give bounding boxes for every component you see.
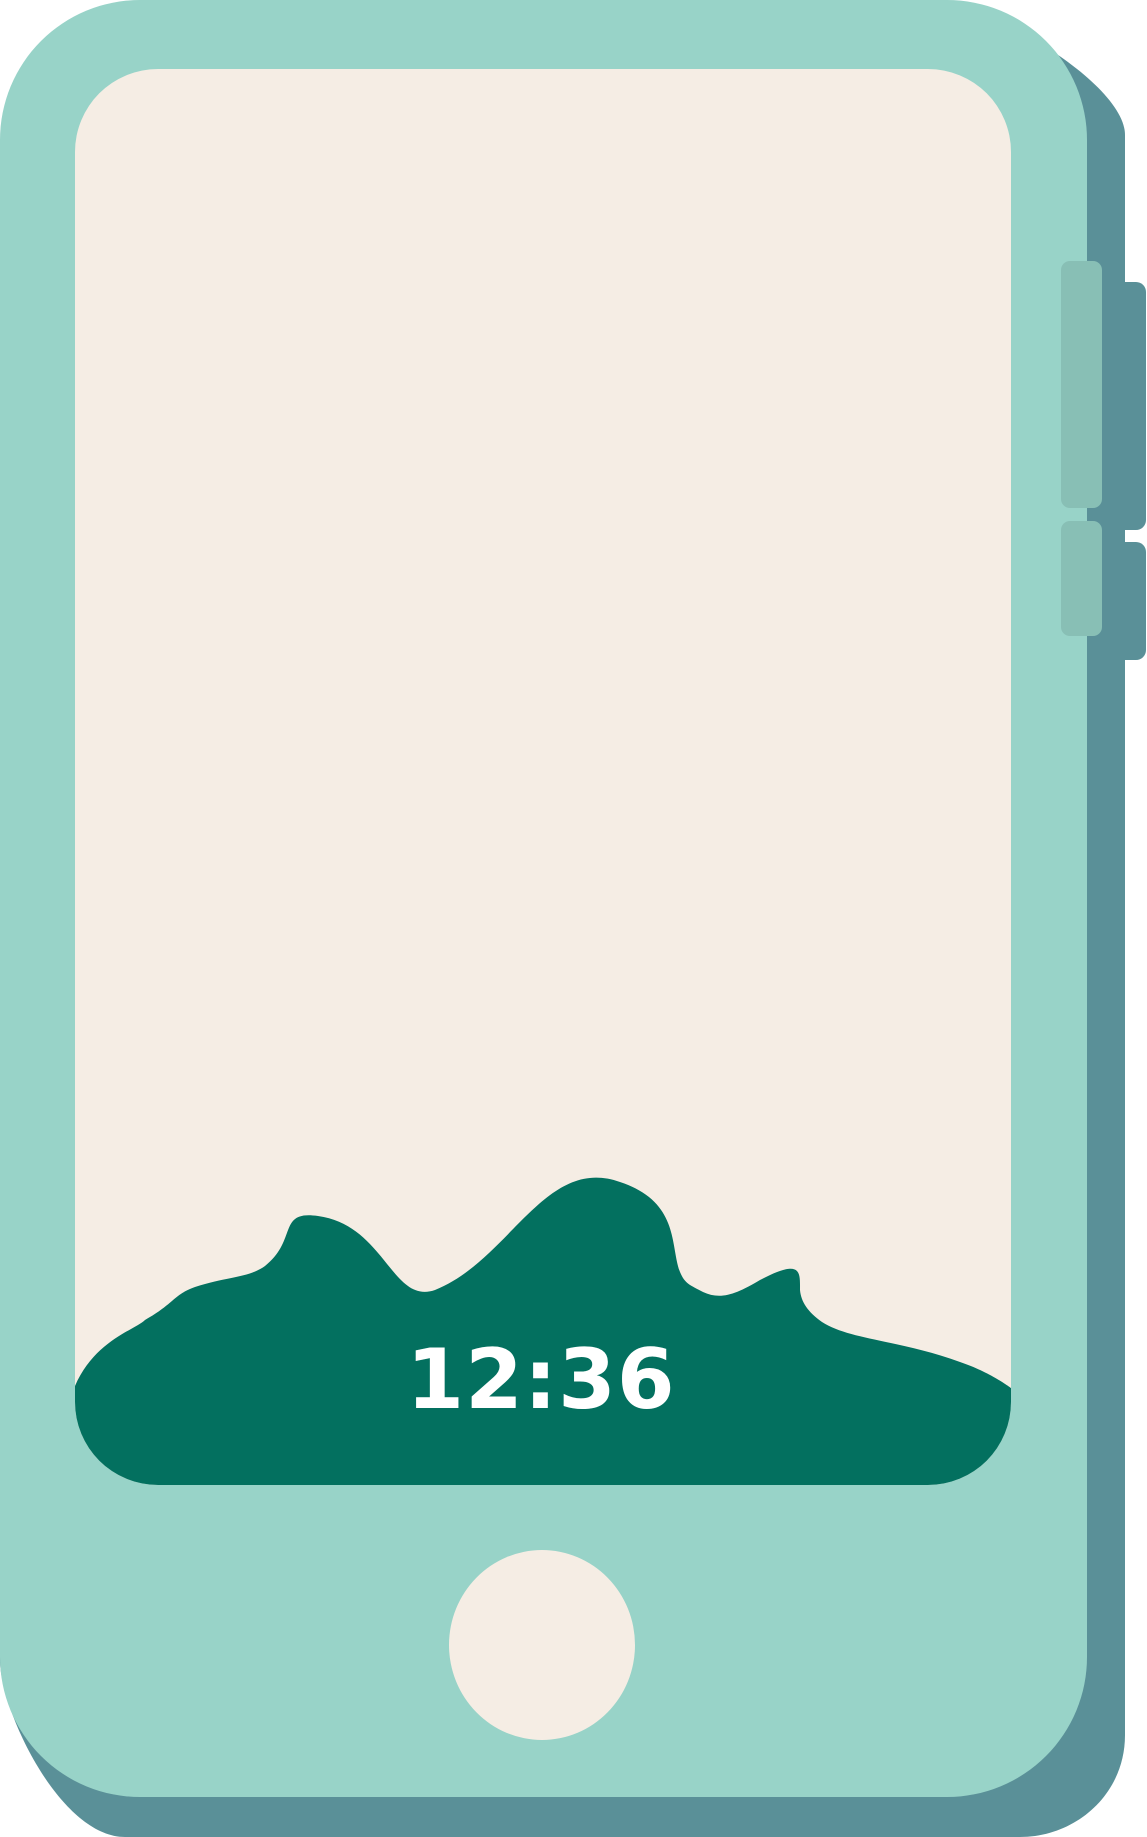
phone-illustration: 12:36 bbox=[0, 0, 1147, 1837]
volume-up-button[interactable] bbox=[1061, 261, 1102, 508]
lock-screen-clock: 12:36 bbox=[406, 1331, 675, 1428]
side-rail-lower bbox=[1100, 542, 1146, 660]
side-rail-upper bbox=[1100, 282, 1146, 530]
phone-graphic: 12:36 bbox=[0, 0, 1146, 1837]
screen: 12:36 bbox=[75, 69, 1011, 1485]
home-button-icon[interactable] bbox=[449, 1550, 635, 1740]
volume-down-button[interactable] bbox=[1061, 521, 1102, 636]
